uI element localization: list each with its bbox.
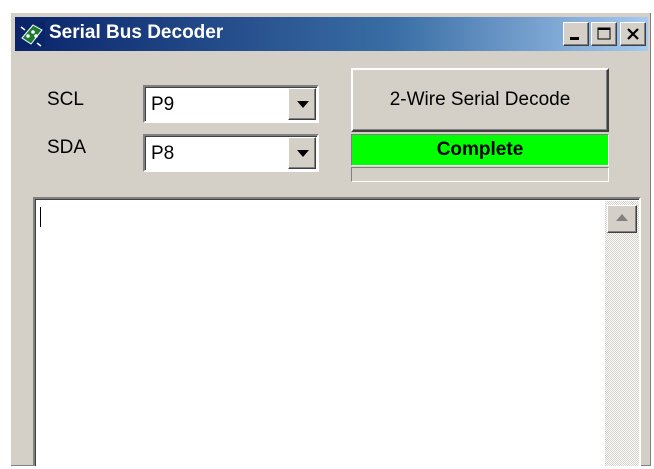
app-window: Serial Bus Decoder SCL P9 SDA P8 2-Wire … [10,12,652,467]
title-bar[interactable]: Serial Bus Decoder [15,17,648,51]
maximize-icon [597,27,611,40]
scl-dropdown-button[interactable] [288,88,316,120]
scroll-up-button[interactable] [607,205,637,233]
text-cursor [40,207,41,227]
window-title: Serial Bus Decoder [49,22,224,43]
chevron-down-icon [297,150,309,157]
maximize-button[interactable] [591,22,617,46]
sda-label: SDA [47,137,87,158]
decode-button[interactable]: 2-Wire Serial Decode [351,68,609,132]
sda-dropdown-button[interactable] [288,137,316,169]
close-icon [627,28,639,40]
minimize-button[interactable] [563,22,589,46]
arrow-up-icon [616,214,628,221]
scl-label: SCL [47,89,84,110]
scl-select[interactable]: P9 [143,85,319,123]
sda-select[interactable]: P8 [143,134,319,172]
scl-value: P9 [151,94,175,115]
output-textarea[interactable] [33,197,641,466]
close-button[interactable] [620,22,646,46]
sda-value: P8 [151,143,175,164]
status-indicator: Complete [351,134,609,166]
vertical-scrollbar[interactable] [605,201,639,466]
chevron-down-icon [297,101,309,108]
circuit-board-icon [19,21,45,47]
minimize-icon [570,37,579,40]
progress-bar [351,167,609,182]
